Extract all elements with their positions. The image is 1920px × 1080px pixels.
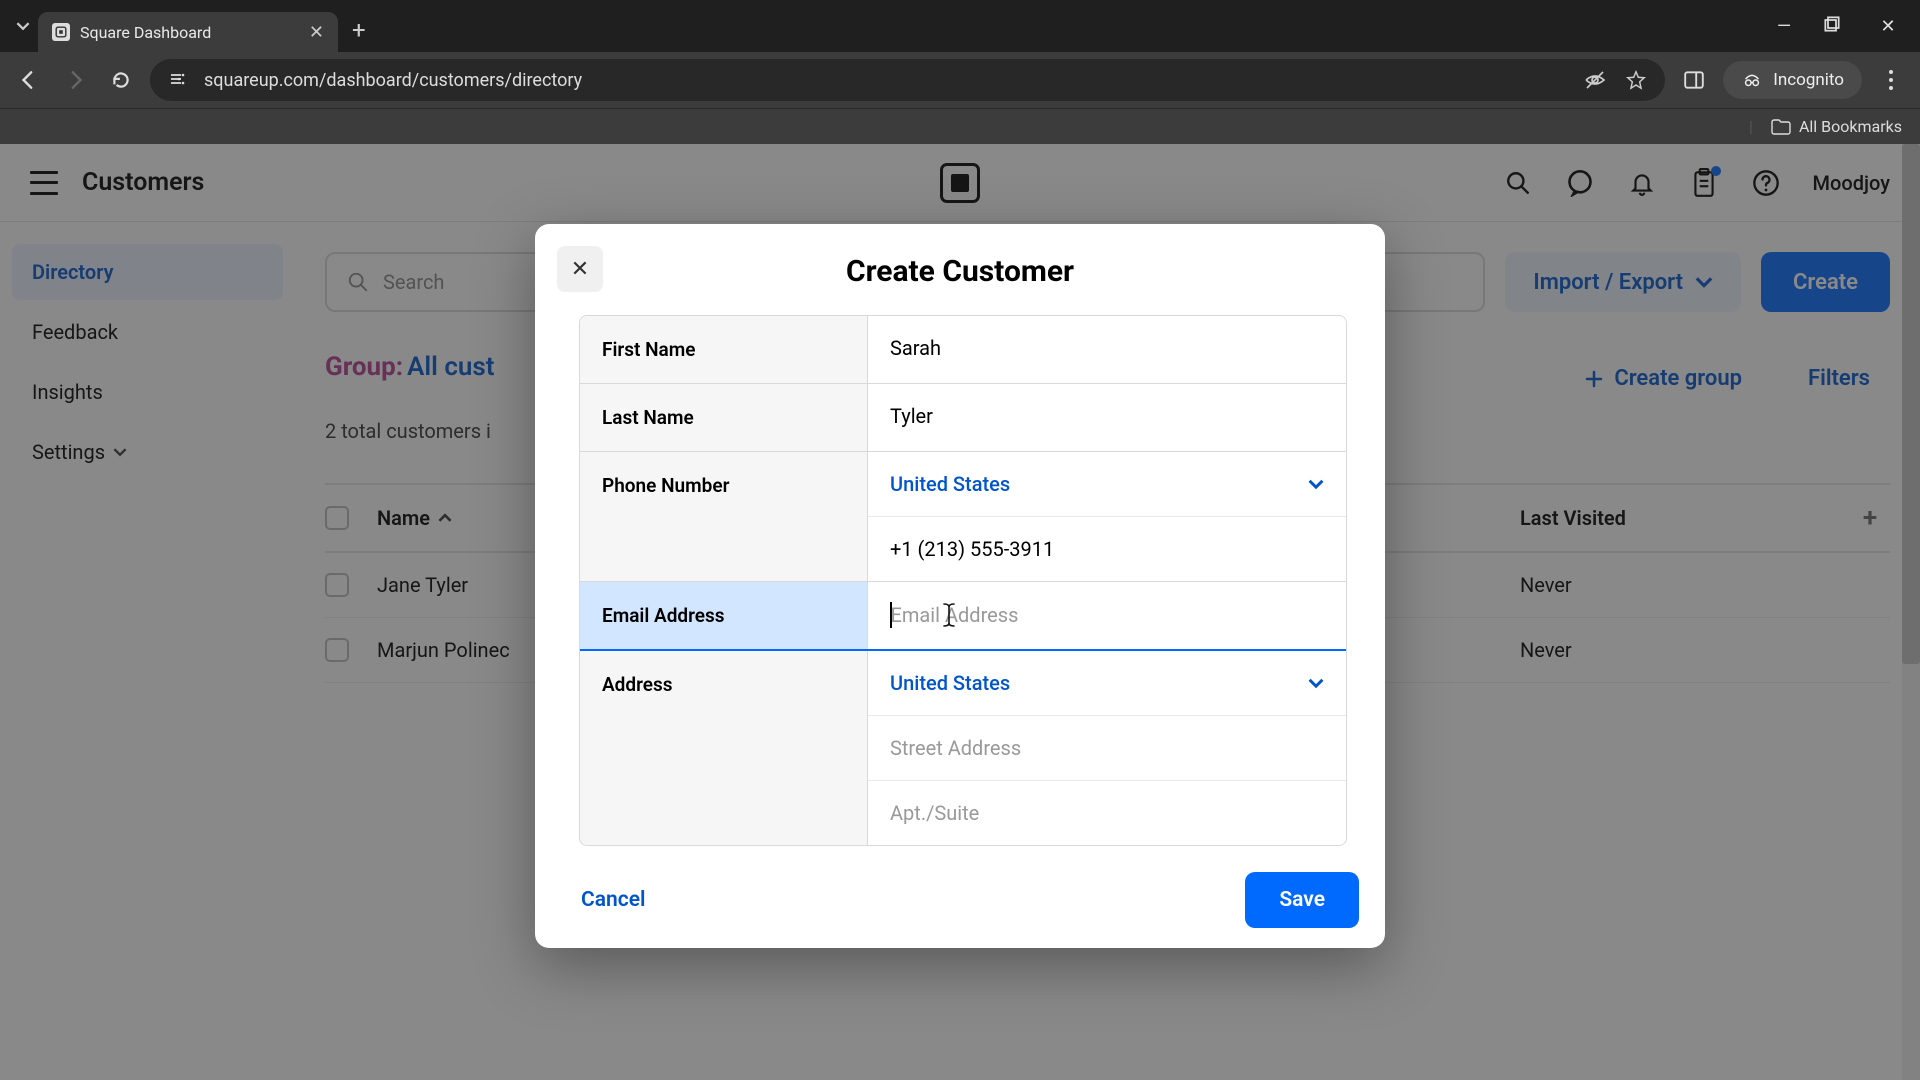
- chevron-down-icon: [1308, 675, 1324, 691]
- street-address-input[interactable]: Street Address: [868, 716, 1346, 781]
- field-last-name: Last Name Tyler: [580, 384, 1346, 452]
- input-placeholder: Apt./Suite: [890, 801, 979, 825]
- window-controls: — ✕: [1772, 16, 1900, 37]
- url-input[interactable]: squareup.com/dashboard/customers/directo…: [150, 59, 1665, 101]
- tab-title: Square Dashboard: [80, 23, 211, 42]
- address-bar: squareup.com/dashboard/customers/directo…: [0, 52, 1920, 108]
- last-name-input[interactable]: Tyler: [868, 384, 1346, 448]
- url-text: squareup.com/dashboard/customers/directo…: [204, 70, 582, 91]
- minimize-button[interactable]: —: [1772, 16, 1796, 37]
- input-value: +1 (213) 555-3911: [890, 537, 1054, 561]
- folder-icon: [1771, 119, 1791, 135]
- close-tab-icon[interactable]: ✕: [309, 22, 324, 43]
- input-placeholder: Email Address: [891, 603, 1019, 627]
- phone-country-select[interactable]: United States: [868, 452, 1346, 517]
- field-label: First Name: [580, 316, 868, 383]
- modal-title: Create Customer: [565, 254, 1355, 289]
- incognito-indicator[interactable]: Incognito: [1723, 61, 1862, 99]
- modal-overlay[interactable]: ✕ Create Customer First Name Sarah Last …: [0, 144, 1920, 1080]
- select-value: United States: [890, 472, 1010, 496]
- apt-suite-input[interactable]: Apt./Suite: [868, 781, 1346, 845]
- side-panel-icon[interactable]: [1677, 63, 1711, 97]
- separator: |: [1749, 117, 1753, 136]
- field-label: Address: [580, 651, 868, 845]
- address-country-select[interactable]: United States: [868, 651, 1346, 716]
- field-address: Address United States Street Address Apt…: [580, 651, 1346, 845]
- browser-tab-strip: Square Dashboard ✕ + — ✕: [0, 0, 1920, 52]
- field-email: Email Address Email Address: [580, 582, 1346, 651]
- save-button[interactable]: Save: [1245, 872, 1359, 928]
- field-phone: Phone Number United States +1 (213) 555-…: [580, 452, 1346, 582]
- close-window-button[interactable]: ✕: [1876, 16, 1900, 37]
- new-tab-button[interactable]: +: [352, 16, 366, 44]
- bookmark-star-icon[interactable]: [1625, 69, 1647, 91]
- chevron-down-icon: [1308, 476, 1324, 492]
- input-placeholder: Street Address: [890, 736, 1021, 760]
- field-first-name: First Name Sarah: [580, 316, 1346, 384]
- eye-off-icon[interactable]: [1583, 68, 1607, 92]
- select-value: United States: [890, 671, 1010, 695]
- field-label: Email Address: [580, 582, 868, 649]
- first-name-input[interactable]: Sarah: [868, 316, 1346, 380]
- reload-button[interactable]: [104, 63, 138, 97]
- email-input[interactable]: Email Address: [868, 582, 1346, 648]
- cancel-label: Cancel: [581, 888, 645, 912]
- incognito-label: Incognito: [1773, 70, 1844, 90]
- field-label: Last Name: [580, 384, 868, 451]
- app-viewport: Customers Moodjoy Directory Fee: [0, 144, 1920, 1080]
- input-value: Tyler: [890, 404, 933, 428]
- tab-favicon: [52, 23, 70, 41]
- field-label: Phone Number: [580, 452, 868, 581]
- bookmarks-bar: | All Bookmarks: [0, 108, 1920, 144]
- back-button[interactable]: [12, 63, 46, 97]
- cancel-button[interactable]: Cancel: [561, 872, 665, 928]
- phone-number-input[interactable]: +1 (213) 555-3911: [868, 517, 1346, 581]
- site-settings-icon[interactable]: [168, 69, 190, 91]
- incognito-icon: [1741, 69, 1763, 91]
- browser-menu-icon[interactable]: [1874, 63, 1908, 97]
- modal-footer: Cancel Save: [535, 852, 1385, 948]
- maximize-button[interactable]: [1824, 16, 1848, 37]
- save-label: Save: [1279, 888, 1325, 912]
- browser-tab[interactable]: Square Dashboard ✕: [38, 12, 338, 52]
- create-customer-modal: ✕ Create Customer First Name Sarah Last …: [535, 224, 1385, 948]
- forward-button[interactable]: [58, 63, 92, 97]
- tab-list-dropdown[interactable]: [8, 11, 38, 41]
- close-modal-button[interactable]: ✕: [557, 246, 603, 292]
- input-value: Sarah: [890, 336, 941, 360]
- modal-body[interactable]: First Name Sarah Last Name Tyler Phone N…: [535, 315, 1385, 852]
- all-bookmarks-button[interactable]: All Bookmarks: [1799, 117, 1902, 136]
